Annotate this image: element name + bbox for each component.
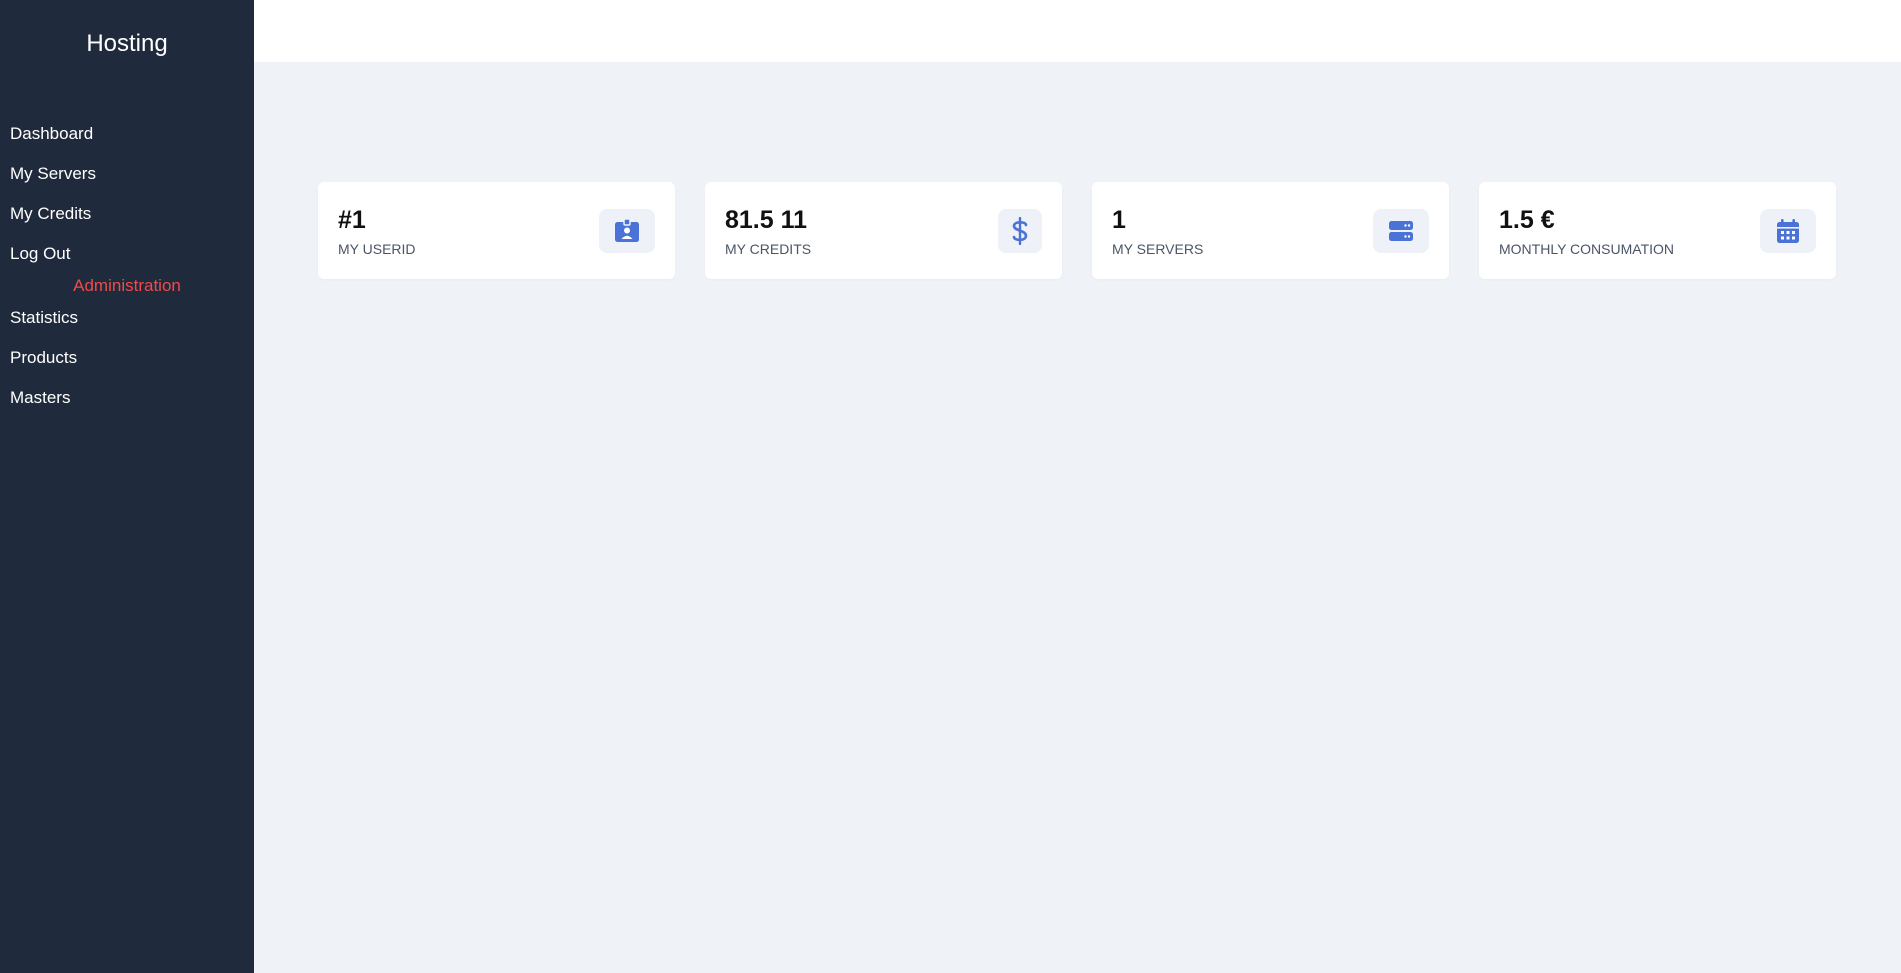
sidebar-item-statistics[interactable]: Statistics <box>0 306 254 346</box>
sidebar-item-my-servers[interactable]: My Servers <box>0 162 254 202</box>
server-icon <box>1373 209 1429 253</box>
stat-label: MY CREDITS <box>725 241 812 257</box>
top-bar <box>254 0 1901 62</box>
sidebar-section-administration: Administration <box>73 276 181 295</box>
sidebar-item-products[interactable]: Products <box>0 346 254 386</box>
main-content: #1 MY USERID 81.5 11 MY CREDITS 1 MY SER… <box>254 0 1901 973</box>
stat-label: MONTHLY CONSUMATION <box>1499 241 1675 257</box>
app-title: Hosting <box>86 30 168 57</box>
dollar-icon <box>998 209 1042 253</box>
calendar-icon <box>1760 209 1816 253</box>
stat-label: MY SERVERS <box>1112 241 1204 257</box>
sidebar-item-dashboard[interactable]: Dashboard <box>0 122 254 162</box>
stat-card-monthly-consumation: 1.5 € MONTHLY CONSUMATION <box>1479 182 1836 279</box>
stat-value: 81.5 11 <box>725 206 808 234</box>
stat-card-userid: #1 MY USERID <box>318 182 675 279</box>
sidebar: Hosting Dashboard My Servers My Credits … <box>0 0 254 973</box>
stat-value: #1 <box>338 206 366 234</box>
stat-card-credits: 81.5 11 MY CREDITS <box>705 182 1062 279</box>
sidebar-item-masters[interactable]: Masters <box>0 386 254 426</box>
stat-label: MY USERID <box>338 241 416 257</box>
sidebar-nav: Dashboard My Servers My Credits Log Out … <box>0 122 254 426</box>
sidebar-item-log-out[interactable]: Log Out <box>0 242 254 274</box>
stat-card-servers: 1 MY SERVERS <box>1092 182 1449 279</box>
stat-cards: #1 MY USERID 81.5 11 MY CREDITS 1 MY SER… <box>318 182 1836 279</box>
id-card-icon <box>599 209 655 253</box>
stat-value: 1 <box>1112 206 1126 234</box>
stat-value: 1.5 € <box>1499 206 1555 234</box>
sidebar-item-my-credits[interactable]: My Credits <box>0 202 254 242</box>
